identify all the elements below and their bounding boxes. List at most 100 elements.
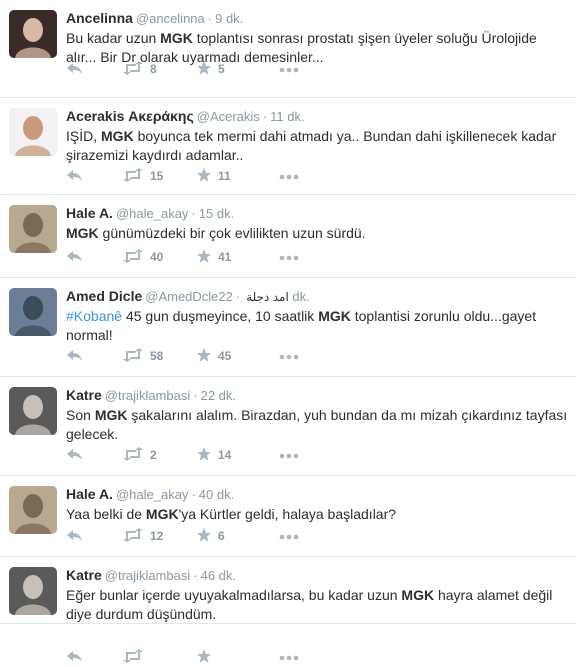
tweet-text-segment: Son — [66, 407, 95, 423]
favorite-button[interactable]: 41 — [196, 248, 231, 267]
hashtag-link[interactable]: #Kobanê — [66, 308, 122, 324]
favorite-count: 14 — [218, 448, 232, 462]
favorite-button[interactable]: 11 — [196, 167, 231, 186]
reply-button[interactable] — [66, 447, 88, 464]
tweet-timestamp[interactable]: 46 dk. — [201, 568, 236, 583]
tweet[interactable]: Amed Dicle @AmedDcle امد دجلة·22 dk. #Koban… — [0, 278, 576, 377]
tweet-text-segment: günümüzdeki bir çok evlilikten uzun sürd… — [98, 225, 366, 241]
user-fullname[interactable]: Amed Dicle — [66, 288, 142, 304]
user-fullname[interactable]: Acerakis Ακεράκης — [66, 108, 194, 124]
favorite-button[interactable] — [196, 648, 212, 667]
avatar[interactable] — [9, 288, 57, 336]
more-button[interactable] — [279, 650, 299, 664]
tweet-content: Hale A. @hale_akay · 40 dk. Yaa belki de MGK… — [66, 485, 568, 524]
star-icon — [196, 648, 212, 667]
retweet-count: 12 — [150, 529, 164, 543]
favorite-button[interactable]: 5 — [196, 60, 225, 79]
tweet-header: Katre @trajiklambasi · 22 dk. — [66, 386, 568, 405]
tweet-timestamp[interactable]: 15 dk. — [199, 206, 234, 221]
user-fullname[interactable]: Katre — [66, 387, 102, 403]
user-screenname[interactable]: @trajiklambasi — [105, 568, 190, 583]
tweet-actions: 40 41 — [66, 247, 366, 267]
tweet-timestamp[interactable]: 9 dk. — [215, 11, 243, 26]
retweet-button[interactable] — [122, 648, 144, 666]
reply-icon — [66, 649, 84, 666]
retweet-button[interactable]: 58 — [122, 347, 163, 365]
favorite-button[interactable]: 14 — [196, 446, 231, 465]
retweet-count: 15 — [150, 169, 164, 183]
tweet-timestamp[interactable]: 40 dk. — [199, 487, 234, 502]
more-icon — [279, 529, 299, 543]
retweet-icon — [122, 347, 144, 365]
more-button[interactable] — [279, 448, 299, 462]
user-screenname[interactable]: @AmedDcle — [145, 289, 218, 304]
tweet-timestamp[interactable]: 11 dk. — [270, 109, 304, 124]
more-button[interactable] — [279, 62, 299, 76]
retweet-button[interactable]: 2 — [122, 446, 157, 464]
favorite-count: 11 — [218, 169, 231, 183]
user-fullname[interactable]: Hale A. — [66, 205, 113, 221]
retweet-button[interactable]: 12 — [122, 527, 164, 545]
avatar[interactable] — [9, 387, 57, 435]
more-icon — [279, 169, 299, 183]
user-screenname[interactable]: @Acerakis — [197, 109, 260, 124]
tweet-header: Amed Dicle @AmedDcle امد دجلة·22 dk. — [66, 287, 568, 306]
tweet-text: Yaa belki de MGK'ya Kürtler geldi, halay… — [66, 505, 568, 524]
reply-icon — [66, 447, 84, 464]
favorite-button[interactable]: 6 — [196, 527, 225, 546]
user-screenname[interactable]: @hale_akay — [116, 206, 188, 221]
user-screenname[interactable]: @trajiklambasi — [105, 388, 190, 403]
reply-button[interactable] — [66, 649, 88, 666]
reply-button[interactable] — [66, 249, 88, 266]
more-button[interactable] — [279, 529, 299, 543]
favorite-button[interactable]: 45 — [196, 347, 231, 366]
separator-dot: · — [193, 388, 198, 403]
reply-button[interactable] — [66, 348, 88, 365]
tweet-text: #Kobanê 45 gun duşmeyince, 10 saatlik MG… — [66, 307, 568, 345]
user-fullname[interactable]: Katre — [66, 567, 102, 583]
tweet[interactable]: Ancelinna @ancelinna · 9 dk. Bu kadar uzun M… — [0, 0, 576, 98]
avatar[interactable] — [9, 567, 57, 615]
tweet[interactable]: Hale A. @hale_akay · 15 dk. MGK günümüzdeki … — [0, 195, 576, 278]
more-button[interactable] — [279, 349, 299, 363]
tweet[interactable]: Hale A. @hale_akay · 40 dk. Yaa belki de MGK… — [0, 476, 576, 557]
highlighted-keyword: MGK — [318, 308, 351, 324]
avatar[interactable] — [9, 10, 57, 58]
retweet-button[interactable]: 40 — [122, 248, 164, 266]
tweet-content: Katre @trajiklambasi · 22 dk. Son MGK şakala… — [66, 386, 568, 444]
user-screenname[interactable]: @hale_akay — [116, 487, 188, 502]
tweet-text: Eğer bunlar içerde uyuyakalmadılarsa, bu… — [66, 586, 568, 624]
avatar[interactable] — [9, 205, 57, 253]
user-fullname[interactable]: Ancelinna — [66, 10, 133, 26]
avatar[interactable] — [9, 108, 57, 156]
tweet-header: Katre @trajiklambasi · 46 dk. — [66, 566, 568, 585]
avatar[interactable] — [9, 486, 57, 534]
highlighted-keyword: MGK — [145, 506, 179, 522]
star-icon — [196, 446, 212, 465]
more-button[interactable] — [279, 250, 299, 264]
more-button[interactable] — [279, 169, 299, 183]
highlighted-keyword: MGK — [401, 587, 435, 603]
user-fullname[interactable]: Hale A. — [66, 486, 113, 502]
reply-button[interactable] — [66, 528, 88, 545]
reply-button[interactable] — [66, 61, 88, 78]
retweet-button[interactable]: 15 — [122, 167, 164, 185]
reply-icon — [66, 528, 84, 545]
tweet[interactable]: Acerakis Ακεράκης @Acerakis · 11 dk. IŞİD, M… — [0, 98, 576, 195]
tweet-text-segment: şakalarını alalım. Birazdan, yuh bundan … — [66, 407, 568, 442]
user-screenname[interactable]: @ancelinna — [136, 11, 205, 26]
tweet-text: IŞİD, MGK boyunca tek mermi dahi atmadı … — [66, 127, 568, 165]
tweet-text-segment: 45 gun duşmeyince, 10 saatlik — [122, 308, 319, 324]
tweet[interactable]: Katre @trajiklambasi · 46 dk. Eğer bunlar iç… — [0, 557, 576, 663]
reply-icon — [66, 168, 84, 185]
separator-dot: · — [193, 568, 198, 583]
tweet[interactable]: Katre @trajiklambasi · 22 dk. Son MGK şakala… — [0, 377, 576, 476]
user-screenname-extra: امد دجلة — [246, 290, 289, 304]
retweet-icon — [122, 248, 144, 266]
retweet-count: 40 — [150, 250, 164, 264]
tweet-timestamp[interactable]: 22 dk. — [201, 388, 236, 403]
retweet-button[interactable]: 8 — [122, 60, 157, 78]
tweet-content: Amed Dicle @AmedDcle امد دجلة·22 dk. #Koban… — [66, 287, 568, 345]
reply-button[interactable] — [66, 168, 88, 185]
tweet-actions: 15 11 — [66, 166, 366, 186]
